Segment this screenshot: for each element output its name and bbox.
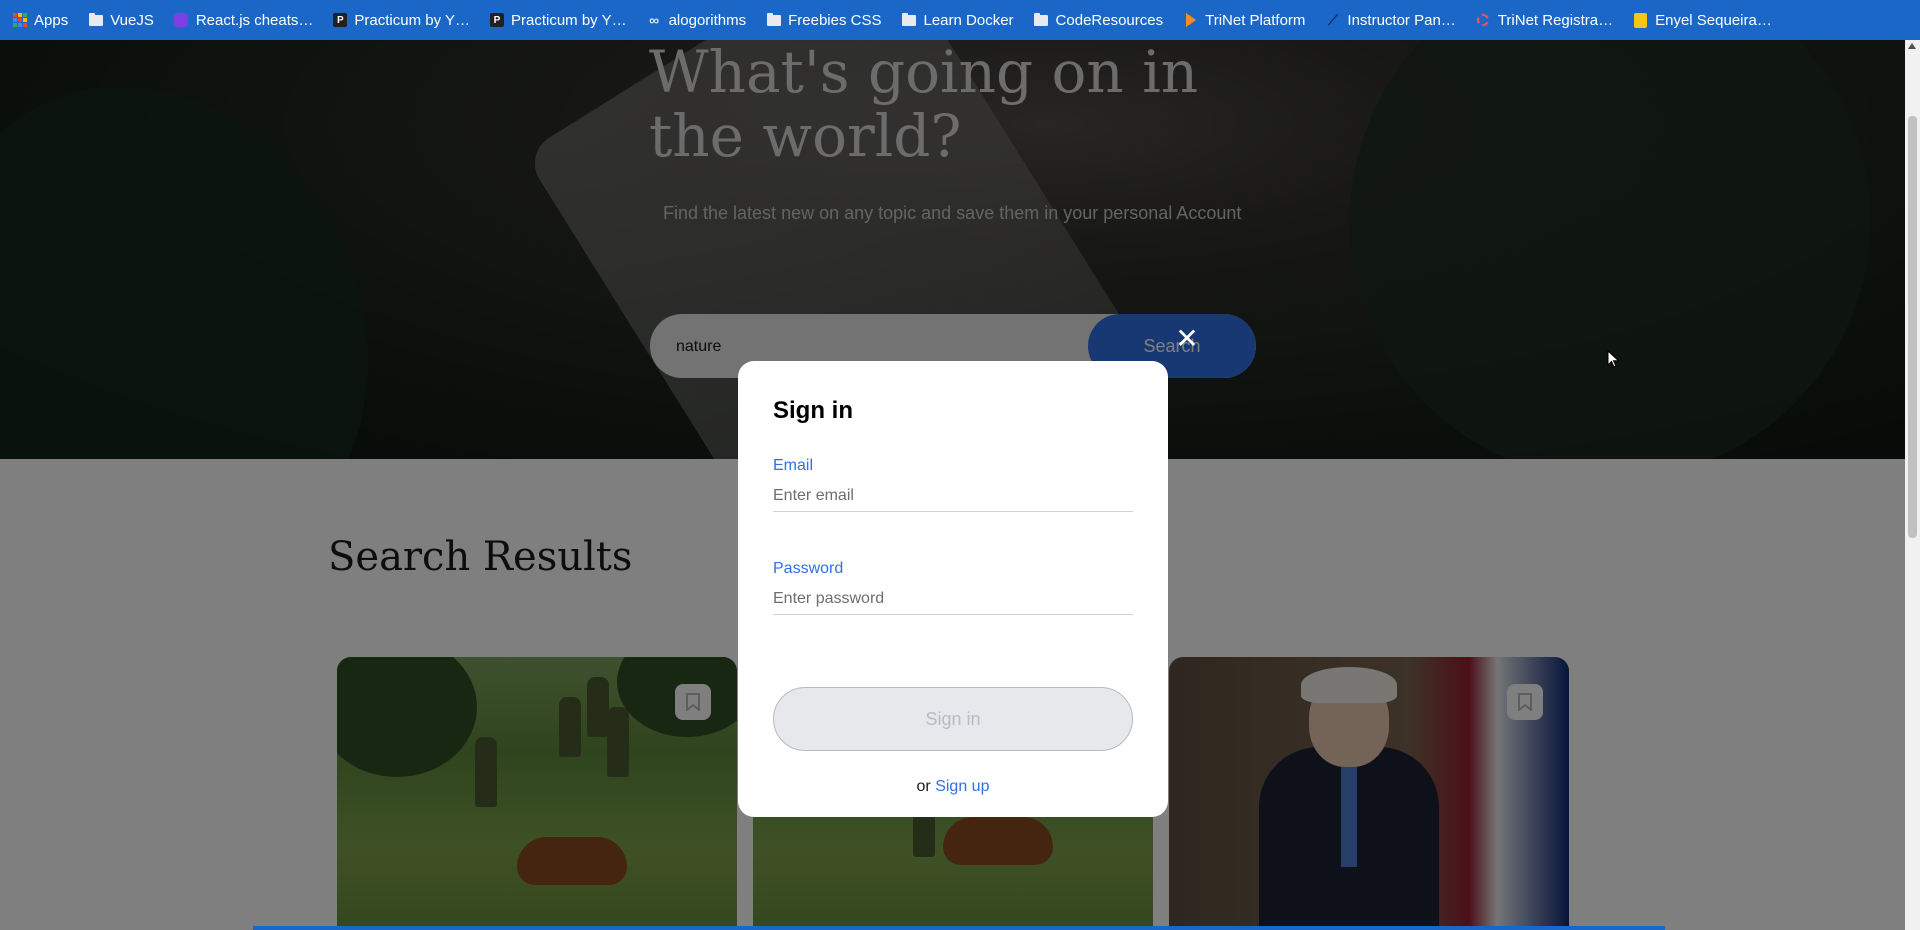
bookmark-label: Learn Docker (923, 11, 1014, 29)
bottom-strip (253, 926, 1665, 930)
bookmark-instructor-panel[interactable]: ⟋ Instructor Pan… (1325, 11, 1456, 29)
bookmark-label: Practicum by Y… (510, 11, 627, 29)
bookmark-label: Instructor Pan… (1347, 11, 1456, 29)
sign-up-prompt: or Sign up (738, 778, 1168, 796)
bookmark-algorithms[interactable]: ∞ alogorithms (647, 11, 747, 29)
bookmark-learn-docker[interactable]: Learn Docker (902, 12, 1014, 29)
chart-icon: ⟋ (1328, 11, 1338, 28)
scroll-up-arrow-icon[interactable] (1908, 43, 1916, 49)
trinet-icon (1183, 13, 1198, 28)
practicum-icon: P (333, 13, 348, 27)
react-cheatsheet-icon (174, 13, 189, 28)
bookmark-label: alogorithms (668, 11, 747, 29)
folder-icon (1034, 12, 1049, 28)
bookmark-freebies-css[interactable]: Freebies CSS (766, 11, 882, 29)
bookmark-practicum-1[interactable]: P Practicum by Y… (333, 12, 470, 29)
bookmarks-bar: Apps VueJS React.js cheats… P Practicum … (0, 0, 1920, 40)
sign-in-modal: Sign in Email Password Sign in or Sign u… (738, 361, 1168, 817)
scroll-thumb[interactable] (1908, 116, 1917, 538)
bookmark-label: TriNet Registra… (1497, 11, 1614, 29)
sign-up-link[interactable]: Sign up (935, 778, 989, 795)
bookmark-label: Practicum by Y… (354, 11, 470, 29)
link-icon: ∞ (649, 12, 660, 28)
bookmark-code-resources[interactable]: CodeResources (1034, 11, 1164, 29)
bookmark-label: Freebies CSS (788, 11, 882, 29)
bookmark-vuejs[interactable]: VueJS (88, 12, 154, 29)
ring-icon (1476, 13, 1491, 28)
bookmark-label: VueJS (110, 11, 154, 29)
close-icon[interactable]: ✕ (1174, 325, 1200, 353)
folder-icon (88, 12, 103, 28)
page-scrollbar[interactable] (1905, 40, 1920, 930)
bookmark-label: React.js cheats… (195, 11, 314, 29)
bookmark-apps[interactable]: Apps (12, 12, 68, 29)
sign-in-button[interactable]: Sign in (773, 687, 1133, 751)
mouse-cursor-icon (1607, 350, 1620, 368)
bookmark-enyel-sequeira[interactable]: Enyel Sequeira… (1633, 12, 1772, 29)
sign-up-prefix: or (916, 778, 931, 795)
bookmark-label: TriNet Platform (1205, 11, 1306, 29)
password-field[interactable] (773, 584, 1133, 615)
folder-icon (902, 12, 917, 28)
bookmark-label: Apps (34, 11, 69, 29)
apps-grid-icon (12, 13, 27, 28)
bookmark-trinet-registration[interactable]: TriNet Registra… (1476, 12, 1613, 29)
bookmark-react-cheatsheet[interactable]: React.js cheats… (174, 11, 314, 29)
bookmark-practicum-2[interactable]: P Practicum by Y… (489, 11, 627, 29)
bookmark-label: CodeResources (1055, 11, 1164, 29)
bookmark-label: Enyel Sequeira… (1655, 11, 1772, 29)
email-label: Email (773, 457, 814, 474)
email-field[interactable] (773, 481, 1133, 512)
password-label: Password (773, 560, 844, 577)
practicum-icon: P (489, 13, 504, 27)
folder-icon (766, 12, 781, 28)
notebook-icon (1633, 12, 1648, 28)
bookmark-trinet-platform[interactable]: TriNet Platform (1183, 12, 1305, 29)
modal-title: Sign in (773, 397, 853, 424)
